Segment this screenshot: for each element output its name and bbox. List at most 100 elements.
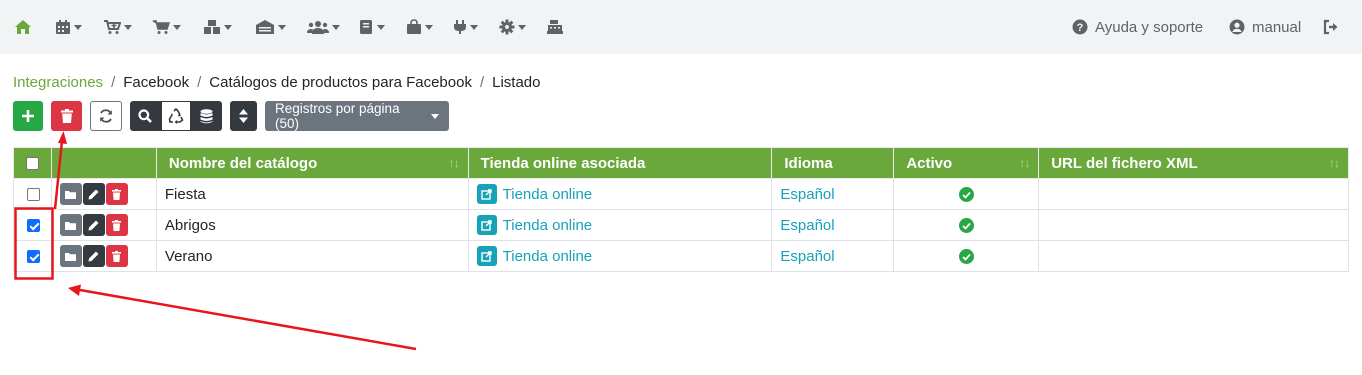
recycle-filter-button[interactable]	[160, 101, 192, 131]
pencil-icon	[88, 251, 99, 261]
row-select-cell	[13, 209, 52, 241]
edit-button[interactable]	[82, 183, 105, 205]
logout-button[interactable]	[1323, 16, 1340, 38]
row-actions-cell	[50, 178, 157, 210]
sort-button[interactable]	[230, 101, 257, 131]
delete-button[interactable]	[105, 214, 128, 236]
store-link[interactable]: Tienda online	[476, 215, 592, 235]
store-link-label: Tienda online	[502, 247, 593, 265]
chevron-down-icon	[431, 113, 439, 119]
breadcrumb-facebook: Facebook	[123, 73, 190, 91]
language-link[interactable]: Español	[780, 186, 834, 203]
active-cell	[893, 209, 1040, 241]
delete-button[interactable]	[105, 245, 128, 267]
language-link[interactable]: Español	[780, 217, 834, 234]
store-link-label: Tienda online	[502, 185, 593, 203]
cart-icon[interactable]	[152, 16, 181, 38]
name-header[interactable]: Nombre del catálogo ↑↓	[155, 147, 469, 179]
top-navbar: ? Ayuda y soporte manual	[0, 0, 1362, 54]
gear-icon[interactable]	[499, 16, 526, 38]
trash-icon	[112, 188, 122, 200]
help-support-link[interactable]: ? Ayuda y soporte	[1072, 16, 1203, 38]
active-cell	[893, 240, 1040, 272]
language-cell: Español	[771, 209, 895, 241]
row-checkbox[interactable]	[27, 219, 40, 233]
store-link[interactable]: Tienda online	[476, 246, 593, 266]
refresh-button[interactable]	[90, 101, 122, 131]
active-header[interactable]: Activo ↑↓	[893, 147, 1040, 179]
table-row: Fiesta Tienda online Español	[13, 178, 1349, 210]
table-header-row: Nombre del catálogo ↑↓ Tienda online asoc…	[13, 147, 1349, 179]
store-cell: Tienda online	[467, 209, 773, 241]
edit-button[interactable]	[82, 245, 105, 267]
breadcrumb-current: Listado	[492, 73, 541, 91]
open-button[interactable]	[59, 214, 82, 236]
store-header: Tienda online asociada	[467, 147, 773, 179]
name-header-label: Nombre del catálogo	[168, 154, 318, 172]
open-button[interactable]	[59, 245, 82, 267]
xml-url-cell	[1038, 240, 1349, 272]
check-circle-icon	[958, 249, 974, 264]
user-menu[interactable]: manual	[1229, 16, 1301, 38]
open-button[interactable]	[59, 183, 82, 205]
xml-url-cell	[1038, 178, 1349, 210]
xml-url-header-label: URL del fichero XML	[1051, 154, 1198, 172]
active-cell	[893, 178, 1040, 210]
sync-icon	[100, 109, 112, 123]
cart-plus-icon[interactable]	[103, 16, 132, 38]
store-link[interactable]: Tienda online	[476, 184, 593, 204]
pencil-icon	[88, 189, 99, 199]
xml-url-header[interactable]: URL del fichero XML ↑↓	[1038, 147, 1349, 179]
trash-icon	[60, 109, 73, 123]
row-checkbox[interactable]	[27, 250, 40, 264]
book-icon[interactable]	[359, 16, 385, 38]
warehouse-boxes-icon[interactable]	[203, 16, 232, 38]
per-page-dropdown[interactable]: Registros por página (50)	[265, 101, 449, 131]
warehouse-icon[interactable]	[255, 16, 286, 38]
language-header-label: Idioma	[784, 154, 833, 172]
database-icon	[200, 108, 213, 123]
breadcrumb-integrations[interactable]: Integraciones	[13, 74, 103, 91]
language-cell: Español	[771, 178, 895, 210]
question-circle-icon: ?	[1072, 19, 1088, 35]
external-link-icon	[476, 215, 497, 235]
help-support-label: Ayuda y soporte	[1095, 18, 1204, 36]
select-all-checkbox[interactable]	[26, 157, 39, 171]
user-name-label: manual	[1252, 18, 1302, 36]
search-button[interactable]	[130, 101, 161, 131]
catalog-name: Fiesta	[164, 185, 206, 203]
row-actions-cell	[50, 240, 157, 272]
sign-out-icon	[1323, 19, 1338, 35]
users-icon[interactable]	[307, 16, 340, 38]
search-icon	[138, 109, 153, 123]
delete-button[interactable]	[105, 183, 128, 205]
pencil-icon	[88, 220, 99, 230]
language-header: Idioma	[771, 147, 895, 179]
plug-icon[interactable]	[453, 16, 478, 38]
plus-icon	[22, 110, 34, 122]
row-checkbox[interactable]	[27, 188, 40, 202]
cash-register-icon[interactable]	[547, 16, 563, 38]
breadcrumb-separator: /	[197, 73, 202, 91]
calendar-icon[interactable]	[55, 16, 82, 38]
shopping-bag-icon[interactable]	[406, 16, 433, 38]
annotation-arrow-long	[79, 288, 417, 351]
breadcrumb-catalogs: Catálogos de productos para Facebook	[209, 73, 472, 91]
trash-icon	[112, 250, 122, 262]
catalog-name-cell: Fiesta	[155, 178, 469, 210]
actions-header	[50, 147, 157, 179]
sort-icon: ↑↓	[1019, 156, 1030, 170]
delete-selected-button[interactable]	[51, 101, 82, 131]
trash-icon	[112, 219, 122, 231]
edit-button[interactable]	[82, 214, 105, 236]
home-icon[interactable]	[14, 16, 32, 38]
xml-url-cell	[1038, 209, 1349, 241]
row-select-cell	[13, 178, 52, 210]
filter-button-group	[130, 101, 222, 131]
language-link[interactable]: Español	[780, 248, 834, 265]
external-link-icon	[476, 184, 497, 204]
database-button[interactable]	[191, 101, 222, 131]
check-circle-icon	[958, 218, 974, 233]
add-button[interactable]	[13, 101, 43, 131]
catalog-name-cell: Verano	[155, 240, 469, 272]
